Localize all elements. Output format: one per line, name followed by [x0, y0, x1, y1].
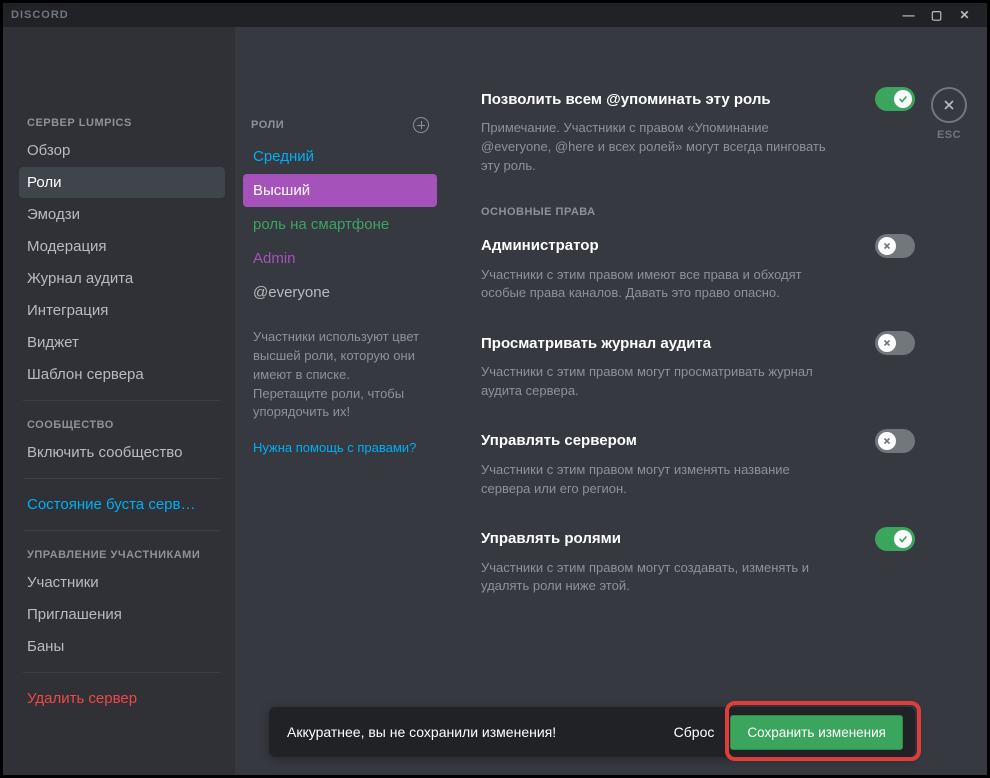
perm-manage-server: Управлять сервером Участники с этим прав… — [481, 429, 915, 499]
sidebar-cat-server: СЕРВЕР LUMPICS — [27, 117, 225, 129]
sidebar-item-overview[interactable]: Обзор — [19, 135, 225, 166]
perm-desc: Участники с этим правом могут просматрив… — [481, 363, 841, 401]
close-button[interactable] — [931, 87, 967, 123]
permissions-panel: Позволить всем @упоминать эту роль Приме… — [445, 27, 987, 775]
x-icon — [878, 237, 896, 255]
perm-manage-roles: Управлять ролями Участники с этим правом… — [481, 527, 915, 597]
perm-view-audit-log: Просматривать журнал аудита Участники с … — [481, 331, 915, 401]
toggle-administrator[interactable] — [875, 234, 915, 258]
perm-desc: Участники с этим правом могут создавать,… — [481, 559, 841, 597]
sidebar-cat-members: УПРАВЛЕНИЕ УЧАСТНИКАМИ — [27, 549, 225, 561]
perm-section-header: ОСНОВНЫЕ ПРАВА — [481, 206, 915, 218]
roles-header: РОЛИ — [243, 87, 437, 139]
sidebar-item-members[interactable]: Участники — [19, 567, 225, 598]
esc-label: ESC — [931, 129, 967, 141]
perm-title-label: Управлять сервером — [481, 432, 637, 449]
roles-header-label: РОЛИ — [251, 119, 284, 131]
window-maximize-icon[interactable]: ▢ — [923, 4, 951, 26]
unsaved-changes-bar-wrapper: Аккуратнее, вы не сохранили изменения! С… — [269, 707, 915, 757]
perm-desc: Примечание. Участники с правом «Упоминан… — [481, 119, 841, 176]
sidebar-item-boost-status[interactable]: Состояние буста серв… — [19, 489, 225, 520]
divider — [23, 400, 221, 401]
roles-help-link[interactable]: Нужна помощь с правами? — [243, 422, 437, 473]
window-close-icon[interactable]: ✕ — [951, 4, 979, 26]
toggle-view-audit-log[interactable] — [875, 331, 915, 355]
add-role-icon[interactable] — [413, 117, 429, 133]
perm-desc: Участники с этим правом имеют все права … — [481, 266, 841, 304]
reset-button[interactable]: Сброс — [658, 724, 731, 740]
perm-desc: Участники с этим правом могут изменять н… — [481, 461, 841, 499]
role-item[interactable]: Средний — [243, 140, 437, 173]
titlebar: DISCORD — ▢ ✕ — [3, 3, 987, 27]
perm-title-label: Просматривать журнал аудита — [481, 335, 711, 352]
role-item-selected[interactable]: Высший — [243, 174, 437, 207]
app-window: DISCORD — ▢ ✕ СЕРВЕР LUMPICS Обзор Роли … — [0, 0, 990, 778]
settings-content: СЕРВЕР LUMPICS Обзор Роли Эмодзи Модерац… — [3, 27, 987, 775]
save-changes-button[interactable]: Сохранить изменения — [730, 715, 903, 750]
sidebar-item-invites[interactable]: Приглашения — [19, 599, 225, 630]
sidebar-item-roles[interactable]: Роли — [19, 167, 225, 198]
unsaved-message: Аккуратнее, вы не сохранили изменения! — [281, 724, 658, 740]
check-icon — [894, 90, 912, 108]
perm-title-label: Позволить всем @упоминать эту роль — [481, 91, 771, 108]
sidebar-item-integration[interactable]: Интеграция — [19, 295, 225, 326]
close-settings: ESC — [931, 87, 967, 141]
sidebar-item-widget[interactable]: Виджет — [19, 327, 225, 358]
roles-column: РОЛИ Средний Высший роль на смартфоне Ad… — [235, 27, 445, 775]
perm-title-label: Управлять ролями — [481, 530, 621, 547]
brand-wordmark: DISCORD — [11, 9, 69, 21]
check-icon — [894, 530, 912, 548]
unsaved-changes-bar: Аккуратнее, вы не сохранили изменения! С… — [269, 707, 915, 757]
settings-sidebar: СЕРВЕР LUMPICS Обзор Роли Эмодзи Модерац… — [3, 27, 235, 775]
sidebar-cat-community: СООБЩЕСТВО — [27, 419, 225, 431]
toggle-allow-mention[interactable] — [875, 87, 915, 111]
x-icon — [878, 334, 896, 352]
divider — [23, 478, 221, 479]
perm-administrator: Администратор Участники с этим правом им… — [481, 234, 915, 304]
x-icon — [878, 432, 896, 450]
roles-hint-text: Участники используют цвет высшей роли, к… — [243, 310, 437, 422]
window-minimize-icon[interactable]: — — [895, 4, 923, 26]
role-item[interactable]: @everyone — [243, 276, 437, 309]
role-item[interactable]: роль на смартфоне — [243, 208, 437, 241]
close-icon — [941, 97, 957, 113]
sidebar-item-audit[interactable]: Журнал аудита — [19, 263, 225, 294]
sidebar-item-delete-server[interactable]: Удалить сервер — [19, 683, 225, 714]
divider — [23, 530, 221, 531]
toggle-manage-server[interactable] — [875, 429, 915, 453]
sidebar-item-enable-community[interactable]: Включить сообщество — [19, 437, 225, 468]
perm-title-label: Администратор — [481, 237, 599, 254]
role-item[interactable]: Admin — [243, 242, 437, 275]
divider — [23, 672, 221, 673]
sidebar-item-moderation[interactable]: Модерация — [19, 231, 225, 262]
toggle-manage-roles[interactable] — [875, 527, 915, 551]
perm-allow-mention: Позволить всем @упоминать эту роль Приме… — [481, 87, 915, 176]
sidebar-item-template[interactable]: Шаблон сервера — [19, 359, 225, 390]
sidebar-item-emoji[interactable]: Эмодзи — [19, 199, 225, 230]
sidebar-item-bans[interactable]: Баны — [19, 631, 225, 662]
